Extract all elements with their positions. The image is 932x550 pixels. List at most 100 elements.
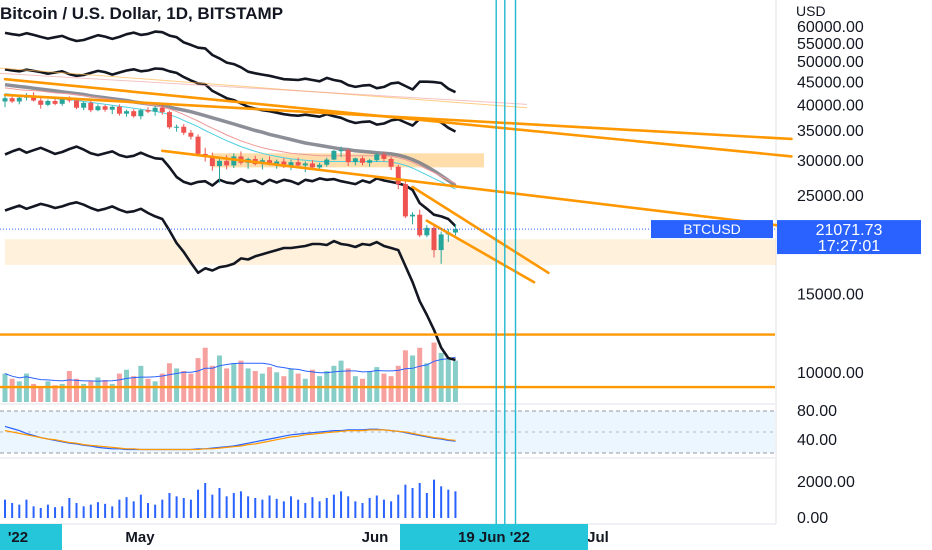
candle-body: [309, 163, 315, 168]
price-axis-tick: 40000.00: [797, 97, 864, 114]
candle-body: [88, 102, 94, 111]
volume-ma-line: [4, 356, 456, 382]
candle-body: [181, 126, 187, 133]
candle-body: [295, 162, 301, 166]
time-axis-label: Jun: [362, 529, 389, 546]
volume-bar: [445, 358, 451, 402]
price-axis-tick: 60000.00: [797, 19, 864, 36]
volume-bar: [224, 368, 230, 402]
candle-body: [381, 154, 387, 159]
volume-bar: [338, 360, 344, 402]
time-axis-label: May: [125, 529, 155, 546]
candle-body: [45, 101, 51, 105]
volume-bar: [360, 378, 365, 402]
volume-histogram-layer: [4, 479, 457, 518]
volume-bar: [452, 360, 458, 402]
price-axis-tick: 55000.00: [797, 36, 864, 53]
volume-bar: [74, 378, 79, 402]
chart-canvas[interactable]: 60000.0055000.0050000.00 45000.00 40000.00…: [0, 0, 932, 550]
volume-bar: [209, 365, 215, 402]
volume-bar: [152, 381, 158, 402]
volume-bar: [166, 363, 172, 402]
candle-body: [9, 98, 15, 102]
candle-body: [152, 107, 158, 112]
volume-bar: [374, 367, 380, 402]
band-line-lower-outer: [4, 201, 456, 362]
candle-body: [438, 234, 444, 251]
price-axis-tick: 10000.00: [797, 365, 864, 382]
volume-bar: [388, 376, 394, 402]
volume-layer: [2, 342, 458, 402]
band-line-upper-outer: [4, 30, 457, 94]
volume-bar: [45, 381, 51, 402]
candle-body: [431, 227, 437, 251]
candle-body: [74, 100, 79, 108]
price-axis-tick: 45000.00: [797, 75, 864, 92]
trendline[interactable]: [3, 93, 793, 141]
volume-bar: [281, 376, 287, 402]
volume-bar: [402, 350, 408, 402]
candle-body: [224, 160, 230, 166]
candle-body: [109, 106, 115, 110]
volume-bar: [138, 365, 144, 402]
volume-bar: [267, 367, 273, 402]
candle-body: [217, 160, 222, 167]
price-axis: 60000.0055000.0050000.00 45000.00 40000.00…: [797, 19, 864, 527]
time-axis: '22 May Jun Jul 19 Jun '22: [0, 524, 609, 550]
bands-layer: [4, 30, 457, 362]
volume-axis-tick: 0.00: [797, 510, 828, 527]
price-tag-value: 21071.73: [816, 222, 883, 239]
candle-body: [131, 111, 137, 117]
candle-body: [374, 154, 380, 161]
time-axis-cursor-label: 19 Jun '22: [458, 529, 530, 546]
candle-body: [145, 110, 151, 112]
candle-body: [402, 184, 408, 217]
volume-bar: [38, 386, 44, 402]
volume-bar: [431, 342, 437, 402]
volume-bar: [217, 355, 222, 402]
oscillator-axis-tick: 40.00: [797, 432, 837, 449]
candle-body: [302, 163, 308, 166]
volume-bar: [345, 368, 351, 402]
volume-bar: [88, 381, 94, 402]
currency-label: USD: [796, 3, 826, 19]
candle-body: [195, 136, 201, 154]
candle-body: [324, 159, 330, 165]
price-axis-tick: 35000.00: [797, 123, 864, 140]
volume-bar: [202, 347, 208, 402]
candle-body: [138, 110, 144, 117]
time-axis-label: '22: [8, 529, 28, 546]
time-axis-label: Jul: [587, 529, 609, 546]
candle-body: [174, 126, 180, 128]
price-axis-tick: 50000.00: [797, 54, 864, 71]
candle-body: [116, 106, 122, 114]
volume-bar: [9, 378, 15, 402]
volume-bar: [317, 376, 323, 402]
price-axis-tick: 25000.00: [797, 188, 864, 205]
volume-bar: [16, 381, 22, 402]
candle-body: [52, 101, 58, 104]
chart-title: Bitcoin / U.S. Dollar, 1D, BITSTAMP: [0, 4, 284, 23]
volume-bar: [245, 368, 251, 402]
volume-bar: [131, 376, 137, 402]
candle-body: [124, 111, 130, 114]
volume-bar: [238, 360, 244, 402]
candle-body: [166, 112, 172, 128]
candle-body: [352, 158, 358, 163]
price-tag-countdown: 17:27:01: [818, 238, 880, 255]
volume-bar: [424, 363, 430, 402]
candle-body: [95, 106, 101, 111]
volume-bar: [288, 368, 294, 402]
volume-bar: [410, 355, 416, 402]
volume-bar: [395, 365, 401, 402]
volume-bar: [302, 378, 308, 402]
oscillator-axis-tick: 80.00: [797, 403, 837, 420]
candle-body: [188, 132, 194, 137]
candle-body: [16, 97, 22, 102]
price-axis-tick: 15000.00: [797, 287, 864, 304]
volume-bar: [417, 347, 423, 402]
volume-bar: [145, 378, 151, 402]
candle-body: [345, 150, 351, 163]
zones-layer: [0, 153, 776, 454]
volume-bar: [102, 380, 108, 402]
